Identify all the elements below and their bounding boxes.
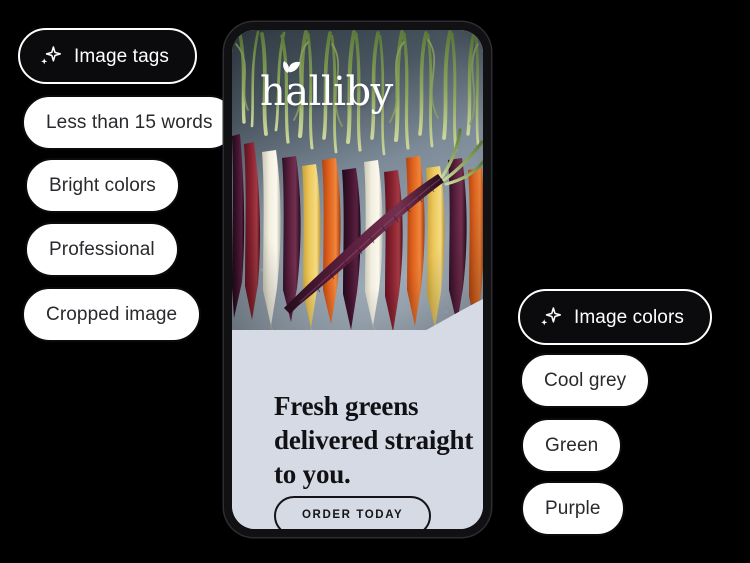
image-color-pill[interactable]: Cool grey	[520, 353, 651, 408]
phone-screen: halliby Fresh greens delivered straight …	[232, 30, 483, 529]
image-tags-title: Image tags	[74, 45, 169, 67]
brand-logo: halliby	[260, 60, 393, 112]
order-today-button[interactable]: ORDER TODAY	[274, 496, 432, 529]
hero-image: halliby	[232, 30, 483, 365]
preview-headline: Fresh greens delivered straight to you.	[274, 391, 474, 489]
preview-content-panel: Fresh greens delivered straight to you. …	[232, 330, 483, 529]
image-colors-header-pill[interactable]: Image colors	[518, 289, 712, 345]
image-color-label: Purple	[545, 498, 601, 519]
image-tag-pill[interactable]: Professional	[25, 222, 179, 277]
image-color-label: Cool grey	[544, 370, 627, 391]
sparkle-icon	[41, 46, 62, 65]
image-tag-label: Bright colors	[49, 175, 156, 196]
image-tag-pill[interactable]: Cropped image	[22, 287, 202, 342]
image-tags-header-pill[interactable]: Image tags	[18, 28, 197, 84]
image-tag-label: Less than 15 words	[46, 112, 213, 133]
image-tag-label: Cropped image	[46, 304, 178, 325]
sparkle-icon	[541, 307, 562, 326]
phone-mockup: halliby Fresh greens delivered straight …	[224, 22, 491, 537]
image-colors-title: Image colors	[574, 306, 684, 328]
image-color-pill[interactable]: Green	[521, 418, 623, 473]
leaf-sprout-icon	[283, 61, 301, 73]
image-tag-pill[interactable]: Bright colors	[25, 158, 180, 213]
image-tag-pill[interactable]: Less than 15 words	[22, 95, 237, 150]
image-tag-label: Professional	[49, 239, 155, 260]
image-color-label: Green	[545, 435, 599, 456]
image-color-pill[interactable]: Purple	[521, 481, 625, 536]
